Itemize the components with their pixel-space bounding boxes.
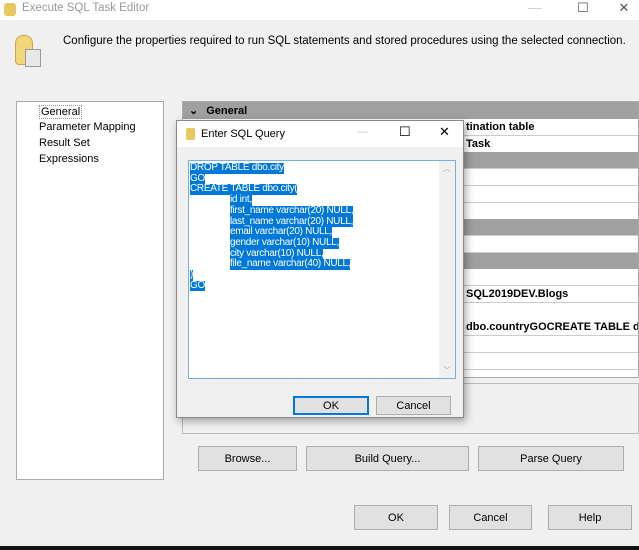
ok-button[interactable]: OK xyxy=(354,505,438,530)
maximize-button[interactable]: ☐ xyxy=(568,0,598,16)
app-icon xyxy=(4,3,16,16)
cancel-button[interactable]: Cancel xyxy=(449,505,532,530)
sql-task-icon xyxy=(15,35,41,69)
minimize-button[interactable]: — xyxy=(520,0,550,15)
nav-item-result-set[interactable]: Result Set xyxy=(39,137,90,149)
vertical-scrollbar[interactable]: ︿﹀ xyxy=(439,161,455,378)
taskbar-edge xyxy=(0,546,639,550)
help-button[interactable]: Help xyxy=(548,505,632,530)
sql-line: GO xyxy=(190,281,205,292)
sql-line: file_name varchar(40) NULL, xyxy=(230,259,350,270)
build-query-button[interactable]: Build Query... xyxy=(306,446,469,471)
sql-query-textarea[interactable]: DROP TABLE dbo.cityGOCREATE TABLE dbo.ci… xyxy=(188,160,456,379)
title-bar: Execute SQL Task Editor — ☐ ✕ xyxy=(0,0,639,20)
close-button[interactable]: ✕ xyxy=(609,0,639,16)
grid-category-general[interactable]: ⌄ General xyxy=(183,102,639,119)
browse-button[interactable]: Browse... xyxy=(198,446,297,471)
sql-text: DROP TABLE dbo.cityGOCREATE TABLE dbo.ci… xyxy=(190,163,353,291)
window-title: Execute SQL Task Editor xyxy=(22,2,149,14)
parse-query-button[interactable]: Parse Query xyxy=(478,446,624,471)
category-label: General xyxy=(206,105,247,117)
property-value: dbo.countryGOCREATE TABLE dbo xyxy=(466,321,639,333)
dialog-minimize-button[interactable]: — xyxy=(357,126,368,138)
property-value: tination table xyxy=(466,121,534,133)
header-description: Configure the properties required to run… xyxy=(63,35,626,47)
nav-item-parameter-mapping[interactable]: Parameter Mapping xyxy=(39,121,136,133)
chevron-down-icon[interactable]: ⌄ xyxy=(189,105,198,117)
dialog-title: Enter SQL Query xyxy=(201,128,285,140)
dialog-ok-button[interactable]: OK xyxy=(293,396,369,415)
sql-line: first_name varchar(20) NULL, xyxy=(230,206,353,217)
dialog-icon xyxy=(186,128,195,140)
dialog-title-bar: Enter SQL Query — ☐ ✕ xyxy=(177,121,463,147)
nav-item-general[interactable]: General xyxy=(39,105,82,119)
property-value: Task xyxy=(466,138,490,150)
nav-panel: General Parameter Mapping Result Set Exp… xyxy=(16,101,164,480)
dialog-close-button[interactable]: ✕ xyxy=(439,124,450,140)
dialog-cancel-button[interactable]: Cancel xyxy=(376,396,451,415)
property-value: SQL2019DEV.Blogs xyxy=(466,288,568,300)
nav-item-expressions[interactable]: Expressions xyxy=(39,153,99,165)
enter-sql-query-dialog: Enter SQL Query — ☐ ✕ DROP TABLE dbo.cit… xyxy=(176,120,464,418)
dialog-maximize-button[interactable]: ☐ xyxy=(399,124,411,140)
